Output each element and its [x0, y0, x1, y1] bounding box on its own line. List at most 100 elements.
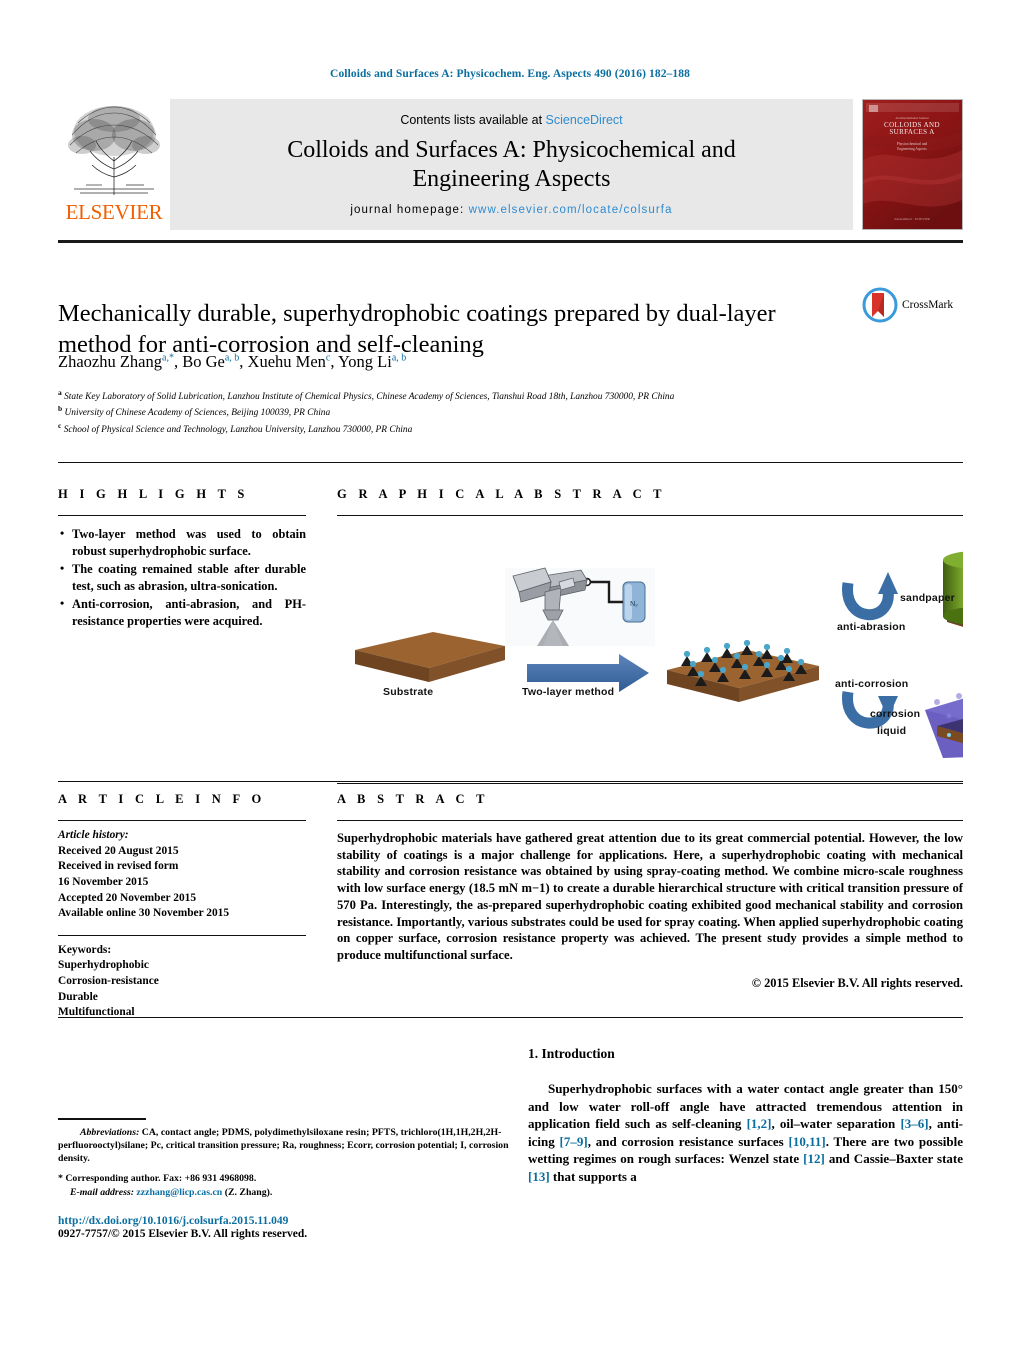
- svg-text:SURFACES A: SURFACES A: [889, 128, 934, 136]
- running-head: Colloids and Surfaces A: Physicochem. En…: [330, 68, 690, 80]
- author-3-name: Xuehu Men: [247, 352, 326, 371]
- article-history: Article history: Received 20 August 2015…: [58, 828, 306, 922]
- coated-surface: [667, 639, 819, 702]
- article-info-heading: A R T I C L E I N F O: [58, 792, 266, 806]
- affiliation-c: c School of Physical Science and Technol…: [58, 421, 938, 437]
- abbreviations-note: Abbreviations: CA, contact angle; PDMS, …: [58, 1126, 536, 1166]
- ga-label-corrosion-2: liquid: [877, 725, 907, 737]
- author-2-marks: a, b: [224, 352, 240, 364]
- email-link[interactable]: zzzhang@licp.cas.cn: [136, 1187, 222, 1198]
- svg-text:An International Journal: An International Journal: [895, 116, 928, 120]
- abstract-section: A B S T R A C T Superhydrophobic materia…: [337, 792, 963, 991]
- doi-block: http://dx.doi.org/10.1016/j.colsurfa.201…: [58, 1215, 478, 1240]
- elsevier-logo: ELSEVIER: [58, 99, 170, 230]
- doi-link[interactable]: http://dx.doi.org/10.1016/j.colsurfa.201…: [58, 1215, 478, 1227]
- paper-page: Colloids and Surfaces A: Physicochem. En…: [0, 0, 1020, 1351]
- header-divider: [58, 240, 963, 243]
- keywords-label: Keywords:: [58, 943, 112, 956]
- graphical-abstract-figure: N₂ Substrate Two-layer method anti-abras…: [337, 520, 1020, 783]
- introduction-paragraph: Superhydrophobic surfaces with a water c…: [528, 1080, 963, 1185]
- anti-abrasion-arrow: [842, 572, 898, 621]
- affiliation-list: a State Key Laboratory of Solid Lubricat…: [58, 388, 938, 437]
- intro-text-run: and Cassie–Baxter state: [824, 1151, 964, 1167]
- affiliation-c-text: School of Physical Science and Technolog…: [63, 425, 413, 436]
- article-info-section: A R T I C L E I N F O Article history: R…: [58, 792, 306, 1021]
- highlights-list: Two-layer method was used to obtain robu…: [58, 526, 306, 629]
- author-1-name: Zhaozhu Zhang: [58, 352, 163, 371]
- svg-text:Engineering Aspects: Engineering Aspects: [897, 147, 927, 151]
- footnotes-block: Abbreviations: CA, contact angle; PDMS, …: [58, 1118, 536, 1200]
- affiliation-a-mark: a: [58, 388, 62, 397]
- graphical-abstract-heading: G R A P H I C A L A B S T R A C T: [337, 487, 666, 501]
- author-1-marks: a,*: [162, 352, 174, 364]
- homepage-url[interactable]: www.elsevier.com/locate/colsurfa: [469, 204, 673, 216]
- highlights-rule: [58, 515, 306, 516]
- crossmark-icon: [862, 287, 898, 323]
- footnote-rule: [58, 1118, 146, 1120]
- spray-gun-assembly: N₂: [505, 567, 655, 646]
- citation-ref[interactable]: [10,11]: [789, 1134, 826, 1149]
- asterisk-icon: *: [58, 1173, 63, 1185]
- citation-ref[interactable]: [7–9]: [560, 1134, 588, 1149]
- section-divider-1: [58, 462, 963, 463]
- homepage-label: journal homepage:: [350, 203, 469, 216]
- list-item: Two-layer method was used to obtain robu…: [60, 526, 306, 559]
- keywords-block: Keywords: Superhydrophobic Corrosion-res…: [58, 943, 306, 1021]
- citation-ref[interactable]: [12]: [803, 1151, 825, 1166]
- citation-ref[interactable]: [13]: [528, 1169, 550, 1184]
- affiliation-c-mark: c: [58, 420, 62, 430]
- abstract-text: Superhydrophobic materials have gathered…: [337, 831, 963, 963]
- ga-label-sandpaper: sandpaper: [900, 592, 955, 604]
- contents-prefix: Contents lists available at: [400, 113, 546, 128]
- abbreviations-label: Abbreviations:: [80, 1126, 140, 1138]
- citation-ref[interactable]: [3–6]: [900, 1116, 928, 1131]
- intro-text-run: , oil–water separation: [771, 1116, 901, 1132]
- article-history-label: Article history:: [58, 829, 129, 841]
- affiliation-b-text: University of Chinese Academy of Science…: [64, 408, 331, 419]
- author-4-marks: a, b: [391, 352, 407, 364]
- keyword-item: Corrosion-resistance: [58, 975, 159, 987]
- introduction-section: 1. Introduction Superhydrophobic surface…: [528, 1046, 963, 1185]
- keyword-item: Multifunctional: [58, 1006, 135, 1019]
- keyword-item: Superhydrophobic: [58, 959, 149, 972]
- journal-title: Colloids and Surfaces A: Physicochemical…: [287, 136, 736, 193]
- ga-label-anti-abrasion: anti-abrasion: [837, 621, 906, 633]
- affiliation-b-mark: b: [58, 404, 63, 414]
- intro-text-run: , and corrosion resistance surfaces: [587, 1133, 789, 1149]
- affiliation-a-text: State Key Laboratory of Solid Lubricatio…: [64, 392, 675, 403]
- affiliation-a: a State Key Laboratory of Solid Lubricat…: [58, 388, 938, 404]
- journal-title-line2: Engineering Aspects: [412, 165, 611, 192]
- svg-text:N₂: N₂: [630, 601, 638, 608]
- corresponding-author-note: * Corresponding author. Fax: +86 931 496…: [58, 1172, 536, 1199]
- email-line: E-mail address: zzzhang@licp.cas.cn (Z. …: [68, 1186, 536, 1200]
- article-history-item: 16 November 2015: [58, 875, 149, 888]
- graphical-abstract-section: G R A P H I C A L A B S T R A C T N₂ Sub…: [337, 487, 1020, 784]
- journal-masthead: ELSEVIER Contents lists available at Sci…: [58, 99, 963, 230]
- keywords-rule: [58, 934, 306, 936]
- article-history-item: Accepted 20 November 2015: [58, 891, 197, 904]
- sciencedirect-link[interactable]: ScienceDirect: [546, 113, 623, 127]
- corrosion-liquid-block: [925, 691, 1020, 758]
- elsevier-wordmark: ELSEVIER: [65, 200, 163, 224]
- list-item: The coating remained stable after durabl…: [60, 561, 306, 594]
- ga-label-method: Two-layer method: [522, 686, 615, 698]
- author-3-marks: c: [325, 352, 331, 364]
- author-4-name: Yong Li: [338, 352, 392, 371]
- ga-label-corrosion-1: corrosion: [870, 708, 921, 720]
- article-info-rule: [58, 820, 306, 821]
- abstract-rule: [337, 820, 963, 821]
- abstract-copyright: © 2015 Elsevier B.V. All rights reserved…: [751, 975, 963, 990]
- journal-title-line1: Colloids and Surfaces A: Physicochemical…: [287, 137, 736, 164]
- article-history-item: Received 20 August 2015: [58, 844, 179, 857]
- graphical-abstract-svg: N₂: [355, 529, 1020, 758]
- citation-ref[interactable]: [1,2]: [747, 1116, 772, 1131]
- article-history-item: Received in revised form: [58, 860, 179, 873]
- highlights-section: H I G H L I G H T S Two-layer method was…: [58, 487, 306, 631]
- elsevier-tree-icon: [68, 106, 160, 195]
- svg-text:ScienceDirect · ELSEVIER: ScienceDirect · ELSEVIER: [894, 217, 930, 221]
- abstract-heading: A B S T R A C T: [337, 792, 489, 806]
- ga-label-anti-corrosion: anti-corrosion: [835, 678, 909, 690]
- introduction-heading: 1. Introduction: [528, 1046, 615, 1061]
- crossmark-badge[interactable]: CrossMark: [862, 284, 962, 326]
- ga-label-substrate: Substrate: [383, 686, 434, 698]
